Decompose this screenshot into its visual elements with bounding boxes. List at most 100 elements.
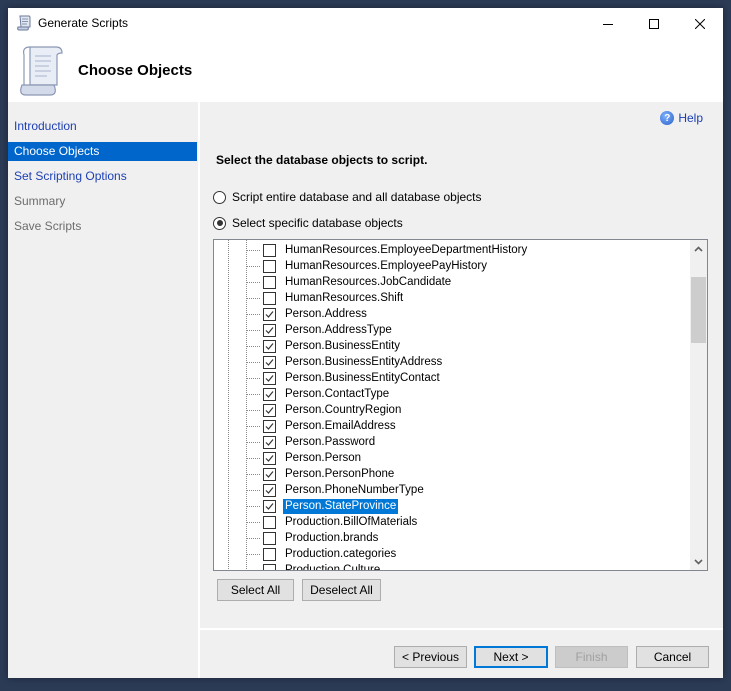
- checkbox-unchecked[interactable]: [263, 243, 276, 257]
- checkmark-icon: [265, 454, 274, 462]
- tree-item-label: Person.ContactType: [285, 387, 390, 400]
- tree-connector: [247, 345, 260, 347]
- script-entire-database-radio[interactable]: Script entire database and all database …: [213, 190, 482, 204]
- wizard-nav: Introduction Choose Objects Set Scriptin…: [8, 102, 197, 678]
- checkbox-checked[interactable]: [263, 467, 276, 481]
- object-tree[interactable]: HumanResources.EmployeeDepartmentHistory…: [213, 239, 708, 571]
- tree-item-label: Person.Address: [285, 307, 367, 320]
- tree-item[interactable]: Production.BillOfMaterials: [247, 514, 419, 530]
- tree-connector: [247, 569, 260, 570]
- checkmark-icon: [265, 358, 274, 366]
- tree-item[interactable]: Person.StateProvince: [247, 498, 399, 514]
- checkbox-checked[interactable]: [263, 403, 276, 417]
- minimize-button[interactable]: [585, 8, 631, 39]
- tree-item[interactable]: Person.CountryRegion: [247, 402, 403, 418]
- title-bar[interactable]: Generate Scripts: [8, 8, 723, 39]
- checkbox-unchecked[interactable]: [263, 259, 276, 273]
- checkbox-unchecked[interactable]: [263, 531, 276, 545]
- select-all-button[interactable]: Select All: [217, 579, 294, 601]
- tree-item-label: HumanResources.EmployeeDepartmentHistory: [285, 243, 528, 256]
- tree-item[interactable]: HumanResources.JobCandidate: [247, 274, 453, 290]
- tree-connector: [247, 265, 260, 267]
- tree-item-label: Person.BusinessEntityContact: [285, 371, 440, 384]
- checkbox-checked[interactable]: [263, 451, 276, 465]
- help-link[interactable]: ? Help: [660, 111, 703, 125]
- checkbox-unchecked[interactable]: [263, 275, 276, 289]
- scroll-up-button[interactable]: [690, 240, 707, 257]
- checkbox-checked[interactable]: [263, 371, 276, 385]
- help-icon: ?: [660, 111, 675, 125]
- tree-item-label: Person.PhoneNumberType: [285, 483, 424, 496]
- tree-item-label: Person.CountryRegion: [285, 403, 402, 416]
- nav-item-set-scripting-options[interactable]: Set Scripting Options: [8, 167, 197, 186]
- tree-item-label: HumanResources.EmployeePayHistory: [285, 259, 487, 272]
- tree-item[interactable]: Person.ContactType: [247, 386, 391, 402]
- checkbox-checked[interactable]: [263, 355, 276, 369]
- previous-button[interactable]: < Previous: [394, 646, 467, 668]
- tree-connector: [247, 489, 260, 491]
- checkbox-checked[interactable]: [263, 419, 276, 433]
- checkbox-checked[interactable]: [263, 387, 276, 401]
- checkbox-unchecked[interactable]: [263, 547, 276, 561]
- checkbox-checked[interactable]: [263, 499, 276, 513]
- tree-item[interactable]: Person.AddressType: [247, 322, 394, 338]
- checkmark-icon: [265, 470, 274, 478]
- checkmark-icon: [265, 486, 274, 494]
- content-pane: ? Help Select the database objects to sc…: [200, 102, 723, 629]
- checkbox-checked[interactable]: [263, 483, 276, 497]
- tree-item[interactable]: Person.Password: [247, 434, 377, 450]
- tree-item[interactable]: Person.BusinessEntityContact: [247, 370, 442, 386]
- tree-connector: [247, 409, 260, 411]
- tree-item[interactable]: Production.Culture: [247, 562, 382, 571]
- select-specific-objects-radio[interactable]: Select specific database objects: [213, 216, 403, 230]
- checkmark-icon: [265, 342, 274, 350]
- close-button[interactable]: [677, 8, 723, 39]
- checkbox-unchecked[interactable]: [263, 291, 276, 305]
- checkmark-icon: [265, 406, 274, 414]
- tree-item[interactable]: HumanResources.EmployeeDepartmentHistory: [247, 242, 529, 258]
- close-icon: [695, 18, 705, 29]
- tree-item[interactable]: HumanResources.Shift: [247, 290, 405, 306]
- tree-item[interactable]: Production.categories: [247, 546, 398, 562]
- checkbox-unchecked[interactable]: [263, 563, 276, 570]
- tree-item-label: Production.BillOfMaterials: [285, 515, 418, 528]
- tree-item[interactable]: Person.Address: [247, 306, 369, 322]
- scroll-down-button[interactable]: [690, 553, 707, 570]
- nav-item-choose-objects[interactable]: Choose Objects: [8, 142, 197, 161]
- tree-item[interactable]: Person.PersonPhone: [247, 466, 396, 482]
- checkbox-checked[interactable]: [263, 339, 276, 353]
- radio-label: Select specific database objects: [232, 216, 403, 230]
- checkbox-checked[interactable]: [263, 307, 276, 321]
- tree-item[interactable]: Person.EmailAddress: [247, 418, 398, 434]
- scroll-thumb[interactable]: [691, 277, 706, 343]
- next-button[interactable]: Next >: [474, 646, 548, 668]
- tree-item[interactable]: Person.PhoneNumberType: [247, 482, 426, 498]
- footer-separator: [200, 628, 723, 630]
- checkbox-unchecked[interactable]: [263, 515, 276, 529]
- tree-connector: [247, 377, 260, 379]
- tree-item-label: HumanResources.Shift: [285, 291, 404, 304]
- deselect-all-button[interactable]: Deselect All: [302, 579, 381, 601]
- tree-connector: [247, 553, 260, 555]
- tree-connector: [247, 441, 260, 443]
- nav-item-introduction[interactable]: Introduction: [8, 117, 197, 136]
- tree-item[interactable]: Production.brands: [247, 530, 380, 546]
- tree-item[interactable]: Person.BusinessEntity: [247, 338, 402, 354]
- tree-item[interactable]: Person.BusinessEntityAddress: [247, 354, 444, 370]
- maximize-button[interactable]: [631, 8, 677, 39]
- tree-connector: [247, 361, 260, 363]
- finish-button: Finish: [555, 646, 628, 668]
- tree-connector: [247, 393, 260, 395]
- tree-item[interactable]: Person.Person: [247, 450, 363, 466]
- tree-item-label: Production.Culture: [285, 563, 381, 571]
- checkbox-checked[interactable]: [263, 323, 276, 337]
- cancel-button[interactable]: Cancel: [636, 646, 709, 668]
- tree-item[interactable]: HumanResources.EmployeePayHistory: [247, 258, 489, 274]
- tree-scrollbar[interactable]: [690, 240, 707, 570]
- checkmark-icon: [265, 502, 274, 510]
- checkmark-icon: [265, 422, 274, 430]
- checkbox-checked[interactable]: [263, 435, 276, 449]
- radio-unchecked-icon: [213, 190, 226, 204]
- nav-item-summary: Summary: [14, 194, 66, 208]
- tree-connector: [247, 473, 260, 475]
